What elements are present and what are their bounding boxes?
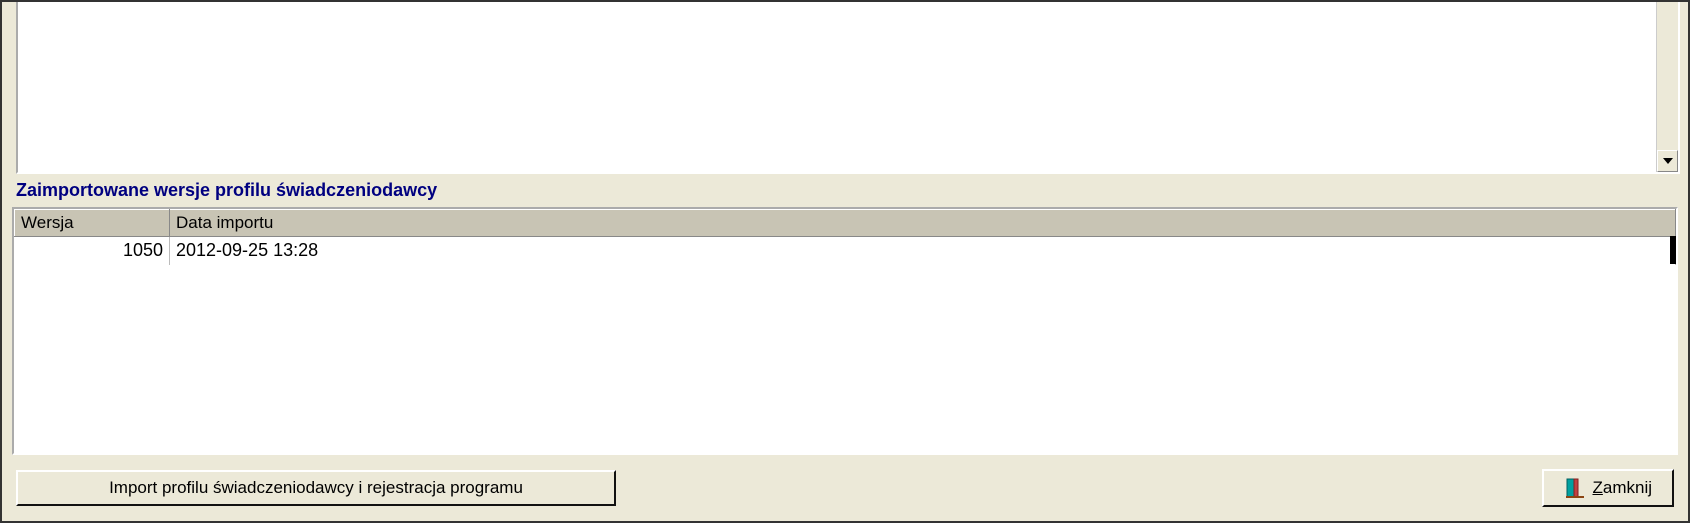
close-button[interactable]: Zamknij [1542, 469, 1674, 507]
upper-text-panel [16, 2, 1680, 174]
close-button-label: Zamknij [1592, 478, 1652, 498]
import-button-label: Import profilu świadczeniodawcy i rejest… [109, 478, 523, 498]
import-profile-button[interactable]: Import profilu świadczeniodawcy i rejest… [16, 470, 616, 506]
scroll-down-button[interactable] [1657, 150, 1678, 172]
button-bar: Import profilu świadczeniodawcy i rejest… [2, 455, 1688, 521]
column-header-import-date[interactable]: Data importu [170, 210, 1676, 237]
door-exit-icon [1564, 477, 1586, 499]
column-header-version[interactable]: Wersja [15, 210, 170, 237]
row-indicator [1670, 236, 1676, 264]
cell-import-date: 2012-09-25 13:28 [170, 237, 1676, 265]
profile-versions-table: Wersja Data importu 1050 2012-09-25 13:2… [14, 209, 1676, 265]
cell-version: 1050 [15, 237, 170, 265]
table-header-row: Wersja Data importu [15, 210, 1676, 237]
table-row[interactable]: 1050 2012-09-25 13:28 [15, 237, 1676, 265]
section-title: Zaimportowane wersje profilu świadczenio… [2, 174, 1688, 207]
profile-versions-table-panel: Wersja Data importu 1050 2012-09-25 13:2… [12, 207, 1678, 455]
dialog-window: Zaimportowane wersje profilu świadczenio… [0, 0, 1690, 523]
vertical-scrollbar[interactable] [1656, 2, 1678, 172]
